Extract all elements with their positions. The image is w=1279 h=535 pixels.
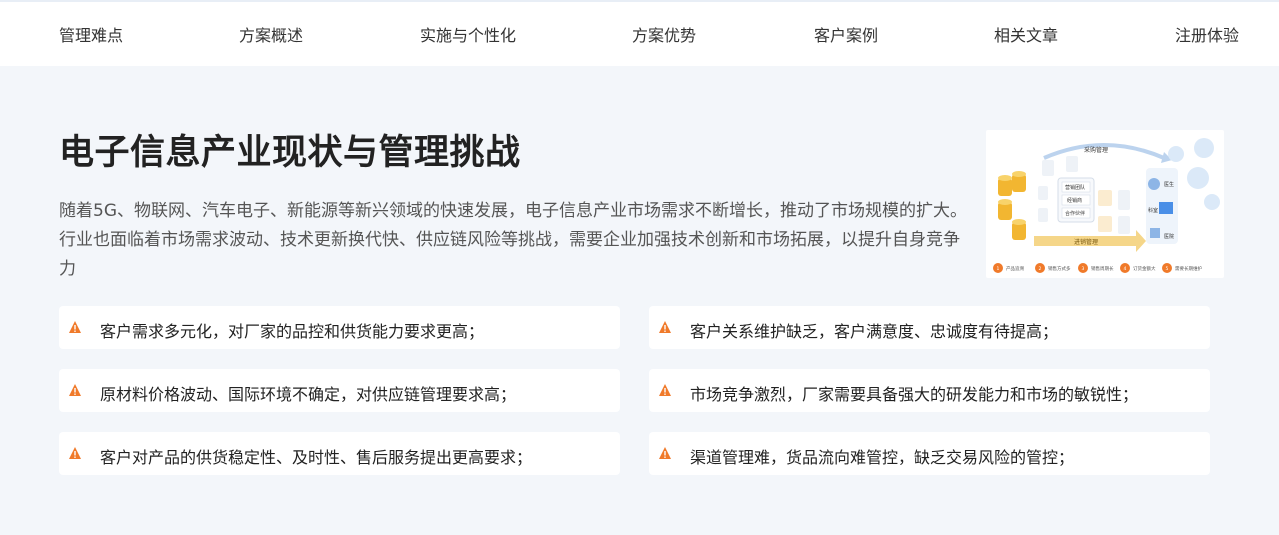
challenge-text: 客户关系维护缺乏，客户满意度、忠诚度有待提高； [690,322,1059,341]
hospital-icon [1150,228,1160,238]
challenge-card: 渠道管理难，货品流向难管控，缺乏交易风险的管控； [649,432,1210,475]
section-description: 随着5G、物联网、汽车电子、新能源等新兴领域的快速发展，电子信息产业市场需求不断… [59,201,967,279]
challenge-card: 原材料价格波动、国际环境不确定，对供应链管理要求高； [59,369,620,412]
label-partner: 合作伙伴 [1065,210,1085,217]
challenge-card: 客户对产品的供货稳定性、及时性、售后服务提出更高要求； [59,432,620,475]
nav-item-register[interactable]: 注册体验 [1175,22,1239,46]
svg-text:1: 1 [997,266,1000,272]
challenge-text: 渠道管理难，货品流向难管控，缺乏交易风险的管控； [690,448,1075,467]
challenge-text: 市场竞争激烈，厂家需要具备强大的研发能力和市场的敏锐性； [690,385,1139,404]
svg-text:5: 5 [1166,266,1169,272]
label-sales-mgmt: 进销管理 [1074,238,1098,246]
industry-illustration: 采购管理 营销团队 经销商 合作伙伴 进销管理 医生 科室 医院 1 产品追溯 … [986,130,1224,278]
step-4-label: 订货金额大 [1133,265,1156,272]
nav-item-implementation[interactable]: 实施与个性化 [420,22,516,46]
challenge-card: 市场竞争激烈，厂家需要具备强大的研发能力和市场的敏锐性； [649,369,1210,412]
bubble-icon [1204,194,1220,210]
label-clinic: 科室 [1148,207,1158,214]
warning-icon [659,384,671,396]
label-procurement: 采购管理 [1084,146,1108,154]
label-team: 营销团队 [1065,184,1085,191]
label-distributor: 经销商 [1067,197,1082,204]
warning-icon [69,321,81,333]
nav-item-overview[interactable]: 方案概述 [239,22,303,46]
doctor-icon [1148,178,1160,190]
section-title: 电子信息产业现状与管理挑战 [59,133,521,173]
nav-item-pain-points[interactable]: 管理难点 [59,22,123,46]
svg-text:4: 4 [1124,266,1127,272]
challenge-text: 客户对产品的供货稳定性、及时性、售后服务提出更高要求； [100,448,533,467]
svg-text:3: 3 [1082,266,1085,272]
bubble-icon [1194,138,1214,158]
bubble-icon [1168,146,1184,162]
nav-item-advantages[interactable]: 方案优势 [632,22,696,46]
challenge-text: 原材料价格波动、国际环境不确定，对供应链管理要求高； [100,385,517,404]
bubble-icon [1187,167,1209,189]
challenge-card: 客户需求多元化，对厂家的品控和供货能力要求更高； [59,306,620,349]
industry-diagram: 采购管理 营销团队 经销商 合作伙伴 进销管理 医生 科室 医院 1 产品追溯 … [993,138,1220,273]
label-hospital: 医院 [1164,233,1174,240]
challenge-text: 客户需求多元化，对厂家的品控和供货能力要求更高； [100,322,485,341]
step-5-label: 需要长期维护 [1175,265,1202,272]
warning-icon [659,447,671,459]
warning-icon [69,384,81,396]
step-2-label: 销售方式多 [1048,265,1071,272]
svg-text:2: 2 [1039,266,1042,272]
database-icon [998,171,1026,240]
label-doctor: 医生 [1164,181,1174,188]
step-1-label: 产品追溯 [1006,265,1024,272]
warning-icon [659,321,671,333]
medical-icon [1159,202,1173,214]
step-list: 1 产品追溯 2 销售方式多 3 销售周期长 4 订货金额大 5 需要长期维护 [993,263,1202,273]
nav-item-cases[interactable]: 客户案例 [814,22,878,46]
step-3-label: 销售周期长 [1091,265,1114,272]
nav-item-articles[interactable]: 相关文章 [994,22,1058,46]
warning-icon [69,447,81,459]
challenge-card: 客户关系维护缺乏，客户满意度、忠诚度有待提高； [649,306,1210,349]
anchor-nav-bar: 管理难点 方案概述 实施与个性化 方案优势 客户案例 相关文章 注册体验 [0,2,1279,66]
